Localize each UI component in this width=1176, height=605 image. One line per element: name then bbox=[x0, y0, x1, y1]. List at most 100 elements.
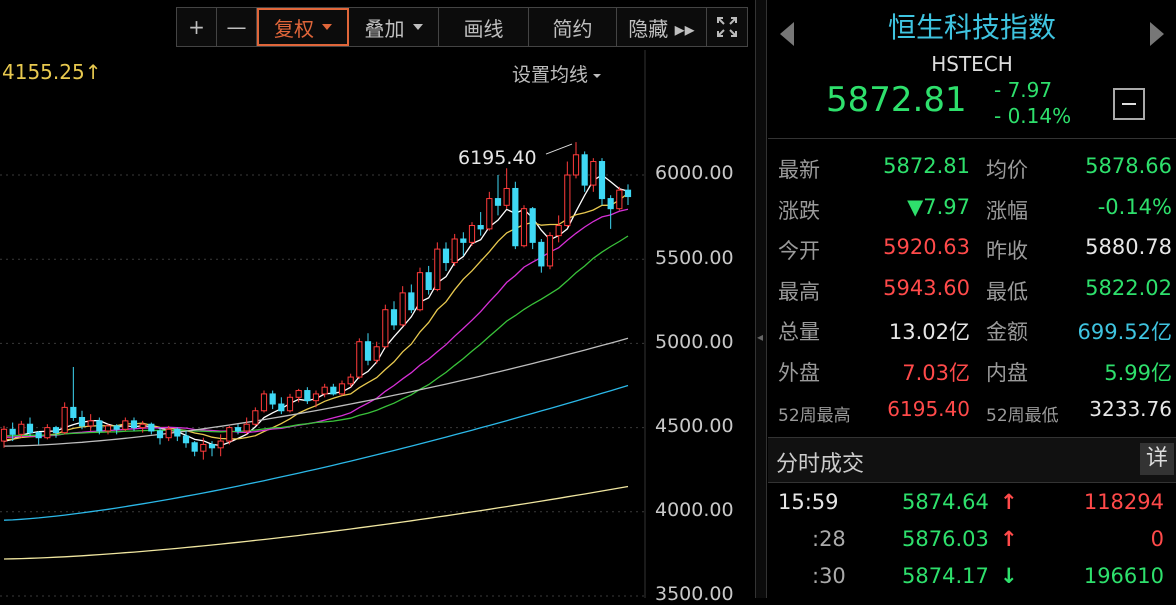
stat-label: 均价 bbox=[986, 158, 1028, 182]
candle-body bbox=[572, 154, 580, 176]
stat-label: 昨收 bbox=[986, 239, 1028, 263]
stat-value: 13.02亿 bbox=[888, 320, 970, 344]
candle-body bbox=[347, 376, 354, 385]
panel-splitter[interactable]: ◂ bbox=[755, 0, 767, 598]
hide-button[interactable]: 隐藏 ▸▸ bbox=[617, 8, 707, 46]
fullscreen-button[interactable] bbox=[707, 8, 747, 46]
candle-body bbox=[87, 420, 94, 427]
period-high-marker: 6195.40 bbox=[458, 147, 537, 169]
candle-body bbox=[512, 187, 519, 247]
y-axis-label: 4500.00 bbox=[655, 415, 734, 437]
collapse-button[interactable] bbox=[1113, 88, 1145, 120]
divider bbox=[768, 138, 1176, 139]
candle-body bbox=[399, 292, 406, 326]
stat-label: 涨幅 bbox=[986, 198, 1028, 223]
next-stock-arrow-icon[interactable] bbox=[1150, 22, 1164, 46]
candle-body bbox=[96, 420, 103, 432]
candle-body bbox=[460, 238, 467, 243]
candle-body bbox=[373, 346, 380, 361]
candle-body bbox=[624, 189, 632, 198]
candle-body bbox=[0, 428, 8, 442]
candle-body bbox=[425, 272, 432, 291]
candle-body bbox=[9, 428, 16, 435]
candle-body bbox=[52, 427, 60, 434]
stat-value: 7.03亿 bbox=[902, 360, 970, 385]
stat-label: 涨跌 bbox=[778, 198, 820, 223]
grip-icon: ◂ bbox=[757, 330, 764, 344]
trade-volume: 196610 bbox=[1083, 564, 1164, 588]
draw-line-button[interactable]: 画线 bbox=[439, 8, 529, 46]
candle-body bbox=[234, 427, 242, 432]
candle-body bbox=[538, 241, 545, 267]
candle-body bbox=[304, 390, 311, 402]
detail-button[interactable]: 详 bbox=[1140, 443, 1174, 475]
candle-body bbox=[590, 161, 597, 186]
candle-body bbox=[616, 189, 623, 210]
trade-time: 15:59 bbox=[778, 490, 839, 514]
candle-body bbox=[451, 238, 458, 264]
stat-value: 3233.76 bbox=[1089, 397, 1172, 421]
candle-body bbox=[356, 341, 363, 378]
stat-row: 总量 13.02亿 金额 699.52亿 bbox=[768, 308, 1176, 348]
candle-body bbox=[442, 248, 450, 264]
candle-body bbox=[607, 198, 614, 210]
candle-body bbox=[70, 406, 77, 418]
zoom-out-button[interactable]: — bbox=[217, 8, 257, 46]
candle-body bbox=[226, 427, 233, 442]
stat-row: 今开 5920.63 昨收 5880.78 bbox=[768, 227, 1176, 267]
candle-body bbox=[477, 225, 484, 230]
kline-chart-area[interactable]: 6195.40 + — 复权 叠加 画线 简约 隐藏 ▸▸ 4155.25↑ 设… bbox=[0, 0, 752, 605]
stat-label: 总量 bbox=[778, 320, 820, 344]
chevron-down-icon bbox=[412, 24, 423, 30]
candle-body bbox=[390, 309, 398, 326]
y-axis-label: 6000.00 bbox=[655, 162, 734, 184]
candle-body bbox=[321, 386, 328, 395]
stat-value: 5878.66 bbox=[1085, 154, 1172, 178]
stat-label: 最新 bbox=[778, 158, 820, 182]
fuquan-dropdown[interactable]: 复权 bbox=[257, 8, 349, 46]
candle-body bbox=[486, 198, 493, 230]
candle-body bbox=[208, 443, 216, 449]
ma-settings-label: 设置均线 bbox=[512, 64, 589, 86]
zoom-in-button[interactable]: + bbox=[177, 8, 217, 46]
candle-body bbox=[330, 386, 337, 395]
ma-line bbox=[3, 485, 629, 560]
stat-label: 最低 bbox=[986, 279, 1028, 304]
candle-body bbox=[139, 423, 146, 429]
candle-body bbox=[156, 430, 164, 439]
candle-body bbox=[122, 420, 129, 430]
candle-body bbox=[382, 309, 389, 348]
candle-body bbox=[598, 161, 606, 200]
stat-value: ▼7.97 bbox=[907, 194, 970, 219]
quote-panel: 恒生科技指数 HSTECH 5872.81 - 7.97 - 0.14% 最新 5… bbox=[768, 0, 1176, 598]
candle-body bbox=[200, 443, 207, 452]
candle-body bbox=[217, 440, 224, 449]
period-low-marker: 4155.25↑ bbox=[2, 60, 102, 84]
candle-body bbox=[26, 423, 34, 434]
stat-value: 5920.63 bbox=[883, 235, 970, 259]
kline-chart[interactable]: 6195.40 bbox=[0, 0, 752, 598]
y-axis-label: 3500.00 bbox=[655, 583, 734, 605]
candle-body bbox=[269, 393, 276, 405]
simple-mode-button[interactable]: 简约 bbox=[529, 8, 617, 46]
overlay-label: 叠加 bbox=[364, 16, 405, 41]
trade-direction-icon: ↑ bbox=[1000, 490, 1018, 514]
candle-body bbox=[434, 248, 441, 291]
candle-body bbox=[295, 390, 302, 398]
candle-body bbox=[416, 272, 424, 311]
stat-value: 5872.81 bbox=[883, 154, 970, 178]
candle-body bbox=[165, 428, 172, 439]
overlay-dropdown[interactable]: 叠加 bbox=[349, 8, 439, 46]
ma-settings-dropdown[interactable]: 设置均线 bbox=[512, 60, 602, 87]
candle-body bbox=[494, 198, 502, 206]
candle-body bbox=[252, 410, 259, 425]
trades-title: 分时成交 bbox=[776, 452, 865, 477]
price-change-pct: - 0.14% bbox=[994, 104, 1072, 128]
candle-body bbox=[581, 154, 588, 186]
candle-body bbox=[364, 341, 372, 361]
stat-value: -0.14% bbox=[1097, 194, 1172, 219]
trade-row: :30 5874.17 ↓ 196610 bbox=[768, 558, 1176, 594]
candle-body bbox=[546, 235, 554, 267]
stat-label: 52周最高 bbox=[778, 406, 851, 426]
trade-direction-icon: ↓ bbox=[1000, 564, 1018, 588]
